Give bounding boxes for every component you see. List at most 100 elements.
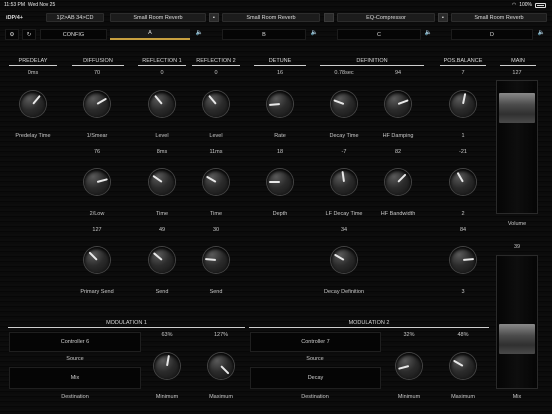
mod1-dest-select[interactable]: Mix <box>9 367 141 389</box>
predelay-knob[interactable] <box>20 91 46 117</box>
mod2-source-select[interactable]: Controller 7 <box>250 332 381 352</box>
section-diffusion: DIFFUSION <box>72 57 124 66</box>
slot1-select[interactable]: Small Room Reverb <box>110 13 206 22</box>
pos3-knob[interactable] <box>450 247 476 273</box>
mod2-min-knob[interactable] <box>396 353 422 379</box>
pos1-knob[interactable] <box>450 91 476 117</box>
speaker-icon[interactable]: 🔈 <box>308 29 321 40</box>
main-volume-fader[interactable] <box>496 80 538 214</box>
hf-bandwidth-knob[interactable] <box>385 169 411 195</box>
lf-decay-value: -7 <box>341 149 347 155</box>
main-mix-value: 39 <box>513 244 521 250</box>
ref2-send-label: Send <box>209 289 223 295</box>
mod1-min-value: 63% <box>161 332 173 338</box>
diffusion1-knob[interactable] <box>84 91 110 117</box>
link-icon[interactable] <box>324 13 334 22</box>
link-icon[interactable]: ▪ <box>438 13 448 22</box>
link-icon[interactable]: ▪ <box>209 13 219 22</box>
mod2-source-label: Source <box>306 356 324 362</box>
section-predelay: PREDELAY <box>9 57 57 66</box>
main-volume-label: Volume <box>507 221 527 227</box>
ref1-time-label: Time <box>155 211 169 217</box>
tab-d[interactable]: D <box>451 29 533 40</box>
fader-cap[interactable] <box>499 93 535 123</box>
mod2-dest-label: Destination <box>301 394 329 400</box>
mod1-source-select[interactable]: Controller 6 <box>9 332 141 352</box>
refresh-icon[interactable]: ↻ <box>22 29 36 40</box>
diffusion2-knob[interactable] <box>84 169 110 195</box>
decay-time-knob[interactable] <box>331 91 357 117</box>
primary-send-label: Primary Send <box>80 289 114 295</box>
gear-icon[interactable]: ⚙ <box>5 29 19 40</box>
speaker-icon[interactable]: 🔈 <box>422 29 435 40</box>
pos3-value: 84 <box>459 227 467 233</box>
predelay-label: Predelay Time <box>15 133 51 139</box>
mod2-min-label: Minimum <box>397 394 421 400</box>
main-mix-label: Mix <box>512 394 522 400</box>
ref2-time-label: Time <box>209 211 223 217</box>
ref2-send-value: 30 <box>212 227 220 233</box>
hf-damping-value: 94 <box>394 70 402 76</box>
mod2-max-knob[interactable] <box>450 353 476 379</box>
tab-a[interactable]: A <box>110 29 190 40</box>
ref2-send-knob[interactable] <box>203 247 229 273</box>
hf-damping-knob[interactable] <box>385 91 411 117</box>
mod2-max-value: 48% <box>457 332 469 338</box>
mod1-min-knob[interactable] <box>154 353 180 379</box>
predelay-value: 0ms <box>27 70 39 76</box>
hf-damping-label: HF Damping <box>382 133 414 139</box>
app-title: iDP/4+ <box>6 15 23 21</box>
decay-definition-knob[interactable] <box>331 247 357 273</box>
wifi-icon: ◠ <box>511 2 517 8</box>
mod1-max-value: 127% <box>213 332 229 338</box>
pos1-value: 7 <box>461 70 465 76</box>
primary-send-value: 127 <box>92 227 102 233</box>
section-detune: DETUNE <box>254 57 306 66</box>
diffusion2-value: 76 <box>93 149 101 155</box>
pos2-knob[interactable] <box>450 169 476 195</box>
ref1-time-knob[interactable] <box>149 169 175 195</box>
routing-button[interactable]: 1|2>AB 34>CD <box>46 13 104 22</box>
slot3-select[interactable]: EQ-Compressor <box>337 13 435 22</box>
ref1-send-knob[interactable] <box>149 247 175 273</box>
main-mix-fader[interactable] <box>496 255 538 389</box>
detune-rate-value: 16 <box>276 70 284 76</box>
mod2-max-label: Maximum <box>451 394 475 400</box>
ref2-time-knob[interactable] <box>203 169 229 195</box>
decay-definition-value: 34 <box>340 227 348 233</box>
hf-bandwidth-value: 82 <box>394 149 402 155</box>
ref1-level-knob[interactable] <box>149 91 175 117</box>
detune-depth-knob[interactable] <box>267 169 293 195</box>
speaker-icon[interactable]: 🔈 <box>193 29 206 40</box>
primary-send-knob[interactable] <box>84 247 110 273</box>
section-definition: DEFINITION <box>320 57 424 66</box>
detune-rate-knob[interactable] <box>267 91 293 117</box>
mod2-min-value: 32% <box>403 332 415 338</box>
decay-time-value: 0.78sec <box>334 70 354 76</box>
section-modulation1: MODULATION 1 <box>8 319 245 328</box>
battery-icon <box>535 2 546 8</box>
tab-c[interactable]: C <box>337 29 421 40</box>
lf-decay-knob[interactable] <box>331 169 357 195</box>
slot4-select[interactable]: Small Room Reverb <box>451 13 547 22</box>
fader-cap[interactable] <box>499 324 535 354</box>
mod1-max-knob[interactable] <box>208 353 234 379</box>
ref2-level-knob[interactable] <box>203 91 229 117</box>
pos3-label: 3 <box>461 289 465 295</box>
status-right: ◠ 100% <box>512 0 546 10</box>
mod1-source-label: Source <box>66 356 84 362</box>
status-bar: 11:53 PM Wed Nov 25 ◠ 100% <box>0 0 552 10</box>
section-reflection1: REFLECTION 1 <box>138 57 186 66</box>
diffusion1-value: 70 <box>93 70 101 76</box>
tab-b[interactable]: B <box>222 29 306 40</box>
pos2-value: -21 <box>459 149 467 155</box>
ref1-time-value: 8ms <box>156 149 168 155</box>
mod1-max-label: Maximum <box>209 394 233 400</box>
pos2-label: 2 <box>461 211 465 217</box>
slot2-select[interactable]: Small Room Reverb <box>222 13 320 22</box>
speaker-icon[interactable]: 🔈 <box>535 29 548 40</box>
ref1-send-value: 49 <box>158 227 166 233</box>
mod2-dest-select[interactable]: Decay <box>250 367 381 389</box>
config-button[interactable]: CONFIG <box>40 29 107 40</box>
section-modulation2: MODULATION 2 <box>249 319 489 328</box>
